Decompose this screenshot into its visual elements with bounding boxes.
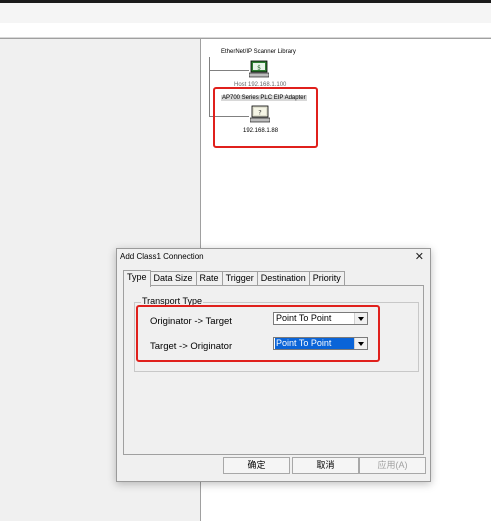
close-icon[interactable]: ✕ <box>415 250 424 263</box>
tab-data-size[interactable]: Data Size <box>149 271 197 286</box>
tab-destination[interactable]: Destination <box>256 271 310 286</box>
tab-rate[interactable]: Rate <box>195 271 223 286</box>
scanner-device-icon[interactable]: $ <box>248 60 270 81</box>
tree-branch <box>209 70 249 71</box>
cancel-button[interactable]: 取消 <box>292 457 359 474</box>
add-class1-connection-dialog: Add Class1 Connection ✕ Type Data Size R… <box>116 248 431 482</box>
dialog-title: Add Class1 Connection <box>120 252 204 261</box>
tab-type[interactable]: Type <box>123 270 151 287</box>
toolbar-area <box>0 3 491 23</box>
tree-trunk <box>209 57 210 117</box>
svg-text:$: $ <box>257 65 261 72</box>
apply-button[interactable]: 应用(A) <box>359 457 426 474</box>
dialog-tabs: Type Data Size Rate Trigger Destination … <box>123 270 345 287</box>
tab-trigger[interactable]: Trigger <box>221 271 258 286</box>
annotation-highlight-transport <box>136 305 380 362</box>
network-root-label: EtherNet/IP Scanner Library <box>221 49 296 55</box>
tab-priority[interactable]: Priority <box>308 271 345 286</box>
ok-button[interactable]: 确定 <box>223 457 290 474</box>
annotation-highlight-adapter <box>213 87 318 148</box>
toolbar-strip <box>0 23 491 38</box>
